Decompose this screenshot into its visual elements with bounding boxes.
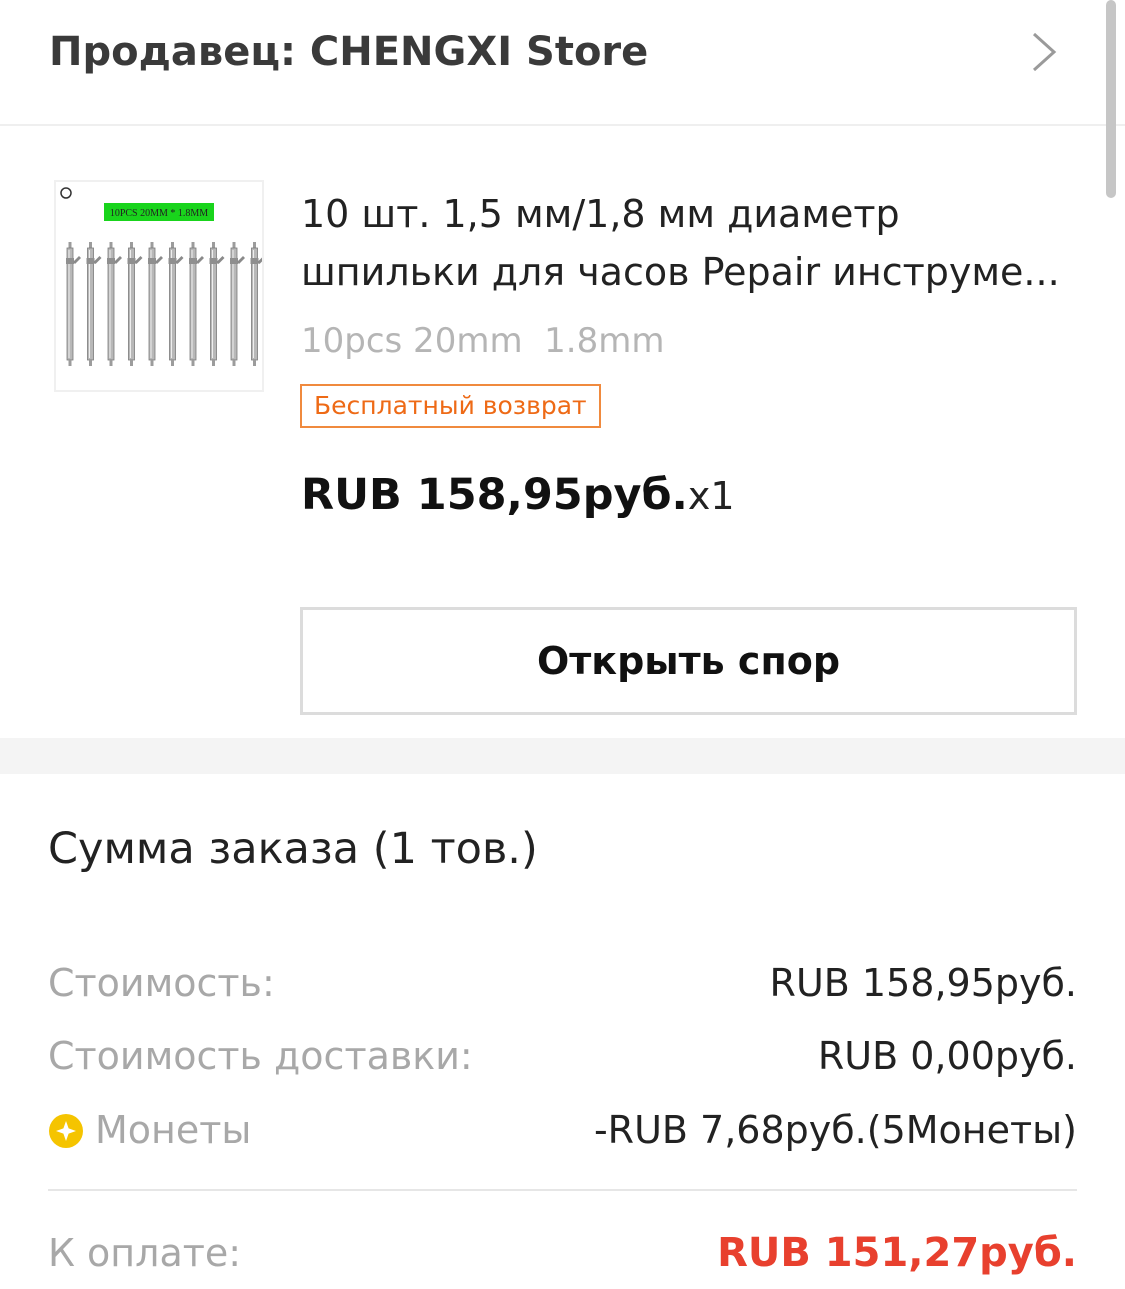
free-return-badge: Бесплатный возврат <box>300 384 601 428</box>
summary-row-shipping: Стоимость доставки: RUB 0,00руб. <box>48 1029 1077 1083</box>
summary-label: Стоимость доставки: <box>48 1034 473 1078</box>
product-image[interactable]: 10PCS 20MM * 1.8MM <box>54 180 266 392</box>
summary-divider <box>48 1189 1077 1191</box>
chevron-right-icon[interactable] <box>1026 30 1062 74</box>
summary-label: Монеты <box>95 1108 252 1152</box>
product-title-line-2: шпильки для часов Pepair инструме... <box>301 250 1060 294</box>
price-row: RUB 158,95руб.x1 <box>301 470 735 520</box>
total-label: К оплате: <box>48 1231 242 1275</box>
product-quantity: x1 <box>687 474 735 518</box>
summary-value: RUB 158,95руб. <box>769 961 1077 1005</box>
product-title[interactable]: 10 шт. 1,5 мм/1,8 мм диаметр шпильки для… <box>301 185 1081 301</box>
summary-value: RUB 0,00руб. <box>817 1034 1077 1078</box>
summary-value: -RUB 7,68руб.(5Монеты) <box>593 1108 1077 1152</box>
coin-icon <box>49 1114 83 1148</box>
product-variant: 10pcs 20mm 1.8mm <box>301 321 665 361</box>
summary-row-total: К оплате: RUB 151,27руб. <box>48 1226 1077 1280</box>
scrollbar[interactable] <box>1106 0 1116 198</box>
seller-row[interactable]: Продавец: CHENGXI Store <box>0 0 1125 126</box>
product-price: RUB 158,95руб. <box>301 470 688 520</box>
summary-label: Стоимость: <box>48 961 275 1005</box>
seller-name: Продавец: CHENGXI Store <box>49 29 649 75</box>
summary-row-cost: Стоимость: RUB 158,95руб. <box>48 956 1077 1010</box>
product-title-line-1: 10 шт. 1,5 мм/1,8 мм диаметр <box>301 192 900 236</box>
open-dispute-button[interactable]: Открыть спор <box>300 607 1077 715</box>
product-photo: 10PCS 20MM * 1.8MM <box>56 182 266 390</box>
total-value: RUB 151,27руб. <box>717 1230 1077 1276</box>
order-summary-title: Сумма заказа (1 тов.) <box>48 824 538 874</box>
thumb-label: 10PCS 20MM * 1.8MM <box>110 208 208 219</box>
section-separator <box>0 738 1125 774</box>
summary-row-coins: Монеты -RUB 7,68руб.(5Монеты) <box>48 1103 1077 1157</box>
